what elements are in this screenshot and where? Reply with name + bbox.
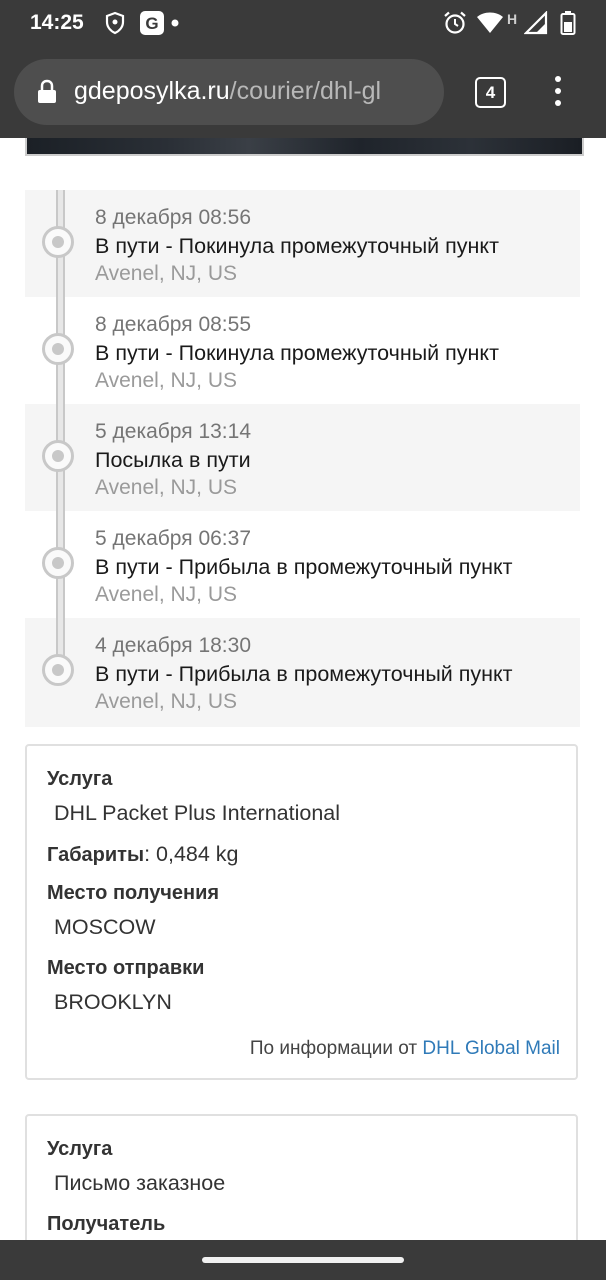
url-text: gdeposylka.ru/courier/dhl-gl xyxy=(74,77,381,106)
overflow-menu-icon[interactable] xyxy=(548,76,568,110)
wifi-icon xyxy=(476,10,504,36)
event-date: 8 декабря 08:56 xyxy=(95,206,252,229)
timeline-dot-icon xyxy=(42,226,74,258)
timeline-event: 5 декабря 13:14 Посылка в пути Avenel, N… xyxy=(25,404,580,511)
source-link[interactable]: DHL Global Mail xyxy=(422,1038,560,1059)
service-label: Услуга xyxy=(47,1138,113,1160)
event-date: 4 декабря 18:30 xyxy=(95,634,252,657)
event-status: В пути - Прибыла в промежуточный пункт xyxy=(95,662,513,686)
event-status: В пути - Покинула промежуточный пункт xyxy=(95,234,499,258)
timeline-event: 5 декабря 06:37 В пути - Прибыла в проме… xyxy=(25,511,580,618)
tracking-image xyxy=(25,138,584,156)
tab-switcher-button[interactable]: 4 xyxy=(475,77,506,108)
svg-text:G: G xyxy=(145,14,158,33)
timeline-dot-icon xyxy=(42,654,74,686)
signal-icon xyxy=(524,10,548,36)
timeline-dot-icon xyxy=(42,333,74,365)
service-label: Услуга xyxy=(47,768,113,790)
network-type-label: H xyxy=(507,11,518,27)
timeline-event: 4 декабря 18:30 В пути - Прибыла в проме… xyxy=(25,618,580,727)
origin-value: BROOKLYN xyxy=(54,990,172,1014)
source-prefix: По информации от xyxy=(249,1038,418,1059)
event-location: Avenel, NJ, US xyxy=(95,476,238,499)
url-domain: gdeposylka.ru xyxy=(74,77,230,105)
navigation-bar xyxy=(0,1240,606,1280)
shipment-info-card-2: Услуга Письмо заказное Получатель xyxy=(25,1114,578,1254)
battery-icon xyxy=(560,10,576,36)
timeline-line xyxy=(56,190,65,683)
timeline-event: 8 декабря 08:56 В пути - Покинула промеж… xyxy=(25,190,580,297)
g-app-icon: G xyxy=(139,10,165,36)
alarm-icon xyxy=(442,10,468,36)
event-date: 5 декабря 06:37 xyxy=(95,527,252,550)
recipient-label: Получатель xyxy=(47,1213,166,1235)
shipment-info-card: Услуга DHL Packet Plus International Габ… xyxy=(25,744,578,1080)
dimensions-label: Габариты xyxy=(47,844,145,866)
event-status: В пути - Покинула промежуточный пункт xyxy=(95,341,499,365)
shield-icon xyxy=(104,10,126,36)
event-location: Avenel, NJ, US xyxy=(95,690,238,713)
status-bar: 14:25 G H xyxy=(0,0,606,46)
source-note: По информации от DHL Global Mail xyxy=(250,1038,560,1060)
destination-value: MOSCOW xyxy=(54,915,156,939)
lock-icon xyxy=(36,79,58,110)
event-location: Avenel, NJ, US xyxy=(95,583,238,606)
destination-label: Место получения xyxy=(47,882,220,904)
event-date: 8 декабря 08:55 xyxy=(95,313,252,336)
clock: 14:25 xyxy=(30,11,84,34)
event-location: Avenel, NJ, US xyxy=(95,262,238,285)
timeline-dot-icon xyxy=(42,547,74,579)
dimensions-value: 0,484 kg xyxy=(156,842,239,866)
service-value: DHL Packet Plus International xyxy=(54,801,341,825)
timeline-event: 8 декабря 08:55 В пути - Покинула промеж… xyxy=(25,297,580,404)
origin-label: Место отправки xyxy=(47,957,205,979)
timeline-dot-icon xyxy=(42,440,74,472)
browser-toolbar: gdeposylka.ru/courier/dhl-gl 4 xyxy=(0,46,606,138)
event-status: В пути - Прибыла в промежуточный пункт xyxy=(95,555,513,579)
service-value: Письмо заказное xyxy=(54,1171,226,1195)
address-bar[interactable]: gdeposylka.ru/courier/dhl-gl xyxy=(14,59,444,125)
dot-icon xyxy=(170,10,180,36)
tracking-timeline: 8 декабря 08:56 В пути - Покинула промеж… xyxy=(25,190,580,727)
event-location: Avenel, NJ, US xyxy=(95,369,238,392)
event-date: 5 декабря 13:14 xyxy=(95,420,252,443)
event-status: Посылка в пути xyxy=(95,448,251,472)
dimensions-row: Габариты: 0,484 kg xyxy=(47,842,239,866)
home-gesture-handle[interactable] xyxy=(202,1257,404,1263)
url-path: /courier/dhl-gl xyxy=(229,77,382,105)
